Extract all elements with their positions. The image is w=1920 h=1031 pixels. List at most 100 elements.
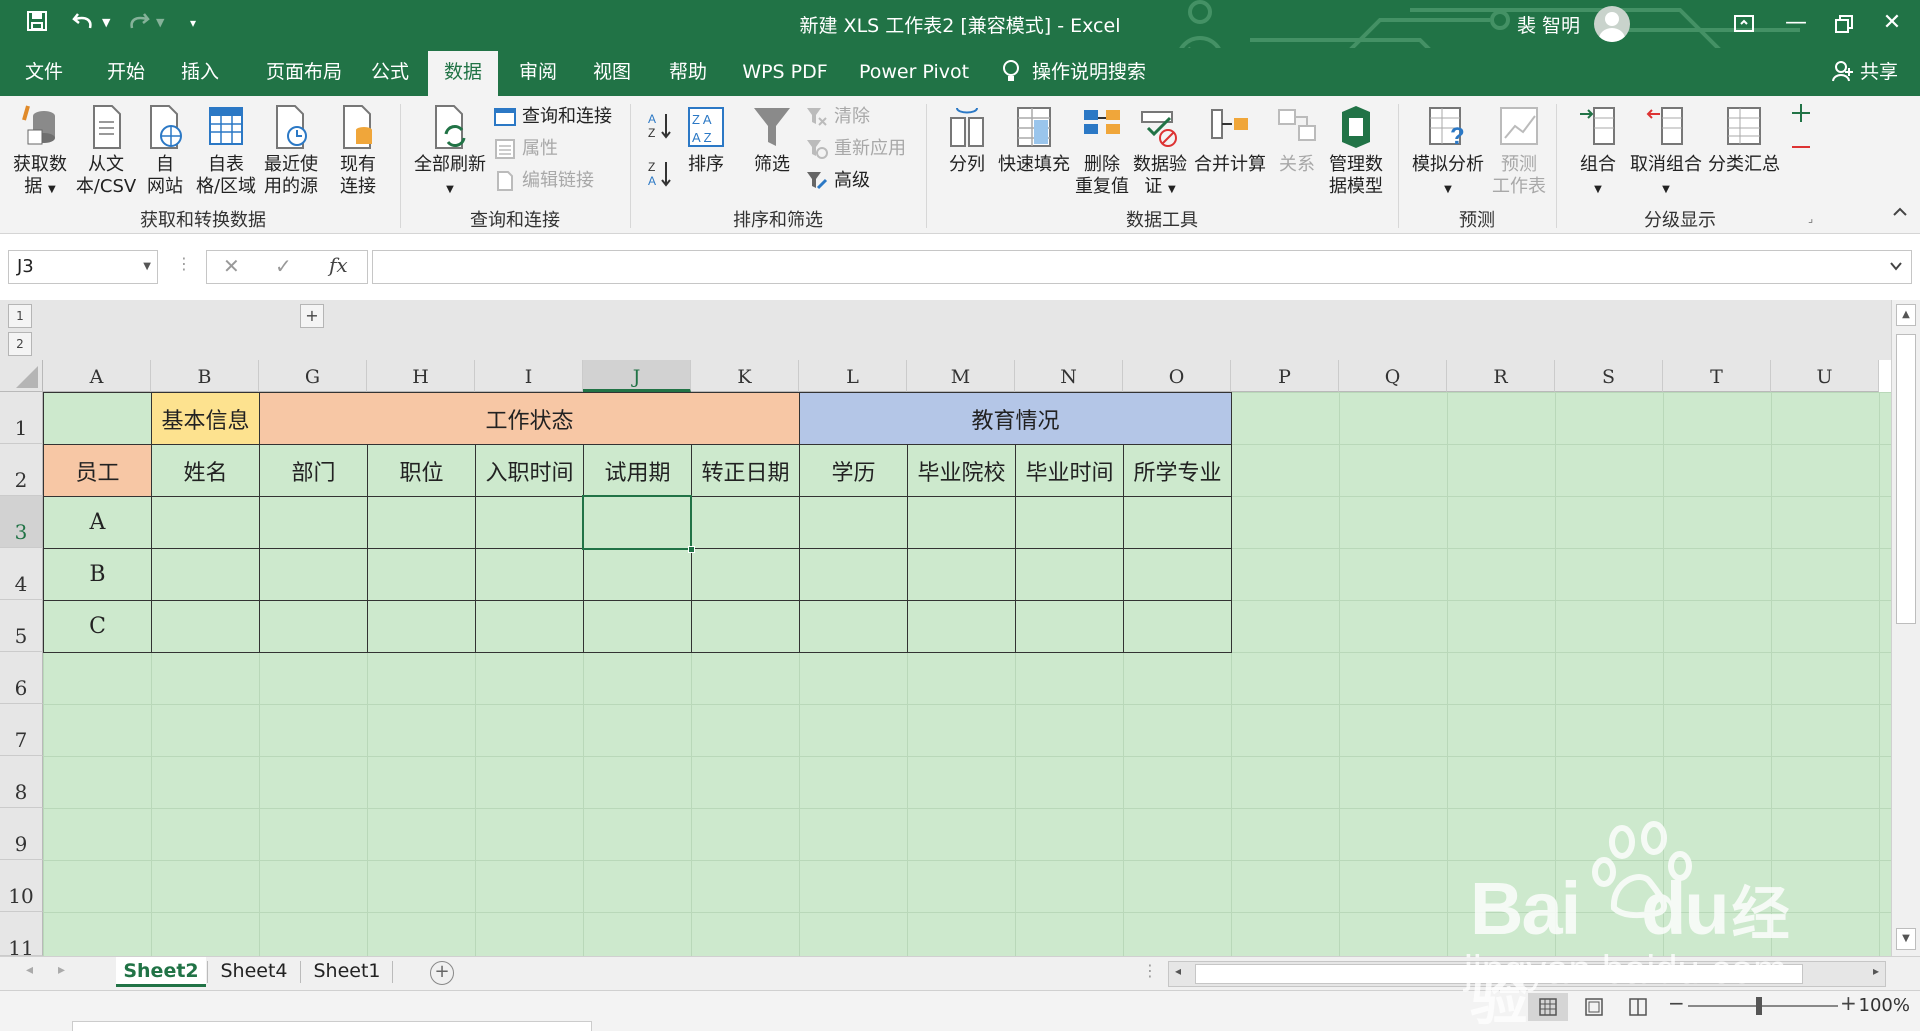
share-button[interactable]: 共享 <box>1831 48 1898 96</box>
column-header-n[interactable]: N <box>1015 360 1123 392</box>
column-header-u[interactable]: U <box>1771 360 1879 392</box>
zoom-slider[interactable] <box>1688 1005 1838 1007</box>
hide-detail-button[interactable] <box>1786 136 1816 164</box>
table-cell[interactable] <box>907 600 1016 653</box>
row-header-11[interactable]: 11 <box>0 912 43 960</box>
header-hire-date[interactable]: 入职时间 <box>475 444 584 497</box>
select-all-corner[interactable] <box>0 360 43 392</box>
scroll-left-icon[interactable]: ◂ <box>1175 964 1181 978</box>
table-cell[interactable] <box>1015 496 1124 549</box>
sort-button[interactable]: Z A A Z 排序 <box>680 104 732 176</box>
employee-cell[interactable]: C <box>43 600 152 653</box>
sheet-tab-sheet1[interactable]: Sheet1 <box>302 957 392 987</box>
from-web-button[interactable]: 自网站 <box>140 104 190 198</box>
header-graduation-date[interactable]: 毕业时间 <box>1015 444 1124 497</box>
refresh-all-button[interactable]: 全部刷新 ▼ <box>410 104 490 201</box>
table-cell[interactable] <box>259 600 368 653</box>
existing-connections-button[interactable]: 现有 连接 <box>326 104 390 198</box>
table-cell[interactable] <box>583 600 692 653</box>
zoom-level[interactable]: 100% <box>1859 995 1910 1016</box>
horizontal-scroll-thumb[interactable] <box>1195 964 1803 984</box>
employee-cell[interactable]: B <box>43 548 152 601</box>
header-work-status[interactable]: 工作状态 <box>259 392 800 445</box>
header-name[interactable]: 姓名 <box>151 444 260 497</box>
table-cell[interactable] <box>475 496 584 549</box>
prev-sheet-icon[interactable]: ◂ <box>26 962 33 978</box>
properties-button[interactable]: 属性 <box>494 134 558 164</box>
what-if-analysis-button[interactable]: ? 模拟分析 ▼ <box>1408 104 1488 201</box>
scroll-down-icon[interactable]: ▼ <box>1896 928 1916 950</box>
table-cell[interactable] <box>1123 548 1232 601</box>
tab-review[interactable]: 审阅 <box>508 48 568 96</box>
tab-wps-pdf[interactable]: WPS PDF <box>738 48 832 96</box>
column-header-a[interactable]: A <box>43 360 151 392</box>
tab-help[interactable]: 帮助 <box>658 48 718 96</box>
header-confirmation-date[interactable]: 转正日期 <box>691 444 800 497</box>
filter-button[interactable]: 筛选 <box>746 104 798 176</box>
tab-view[interactable]: 视图 <box>582 48 642 96</box>
header-employee[interactable]: 员工 <box>43 444 152 497</box>
header-education[interactable]: 教育情况 <box>799 392 1232 445</box>
column-header-m[interactable]: M <box>907 360 1015 392</box>
avatar[interactable] <box>1594 6 1630 42</box>
tab-power-pivot[interactable]: Power Pivot <box>854 48 974 96</box>
row-header-8[interactable]: 8 <box>0 756 43 808</box>
group-button[interactable]: 组合 ▼ <box>1570 104 1626 201</box>
table-cell[interactable] <box>367 548 476 601</box>
horizontal-scrollbar[interactable]: ◂ ▸ <box>1168 961 1886 987</box>
expand-formula-bar-icon[interactable] <box>1889 253 1903 283</box>
table-cell[interactable] <box>1015 548 1124 601</box>
header-major[interactable]: 所学专业 <box>1123 444 1232 497</box>
table-cell[interactable] <box>1123 496 1232 549</box>
user-name[interactable]: 裴 智明 <box>1517 11 1580 38</box>
scroll-up-icon[interactable]: ▲ <box>1896 304 1916 326</box>
outline-level-2-button[interactable]: 2 <box>8 332 32 356</box>
from-table-button[interactable]: 自表 格/区域 <box>194 104 258 198</box>
recent-sources-button[interactable]: 最近使 用的源 <box>260 104 322 198</box>
table-cell[interactable] <box>907 496 1016 549</box>
formula-input[interactable] <box>372 250 1912 284</box>
column-header-h[interactable]: H <box>367 360 475 392</box>
ribbon-display-icon[interactable] <box>1724 8 1764 40</box>
tab-formulas[interactable]: 公式 <box>360 48 420 96</box>
text-to-columns-button[interactable]: 分列 <box>940 104 994 176</box>
edit-links-button[interactable]: 编辑链接 <box>494 166 594 196</box>
sort-descending-button[interactable]: ZA <box>644 158 674 194</box>
column-header-o[interactable]: O <box>1123 360 1231 392</box>
clear-filter-button[interactable]: 清除 <box>806 102 870 132</box>
queries-connections-button[interactable]: 查询和连接 <box>494 102 612 132</box>
relationships-button[interactable]: 关系 <box>1272 104 1322 176</box>
data-validation-button[interactable]: 数据验证 ▼ <box>1132 104 1188 201</box>
enter-icon[interactable]: ✓ <box>275 254 292 278</box>
table-cell[interactable] <box>151 548 260 601</box>
table-cell[interactable] <box>799 548 908 601</box>
column-header-j[interactable]: J <box>583 360 691 392</box>
outline-dialog-launcher-icon[interactable]: ⌟ <box>1808 212 1813 225</box>
show-detail-button[interactable] <box>1786 102 1816 130</box>
table-cell[interactable] <box>1123 600 1232 653</box>
sheet-tab-sheet4[interactable]: Sheet4 <box>208 957 300 987</box>
column-header-q[interactable]: Q <box>1339 360 1447 392</box>
zoom-out-icon[interactable]: − <box>1668 991 1685 1015</box>
remove-duplicates-button[interactable]: 删除 重复值 <box>1074 104 1130 198</box>
from-text-csv-button[interactable]: 从文 本/CSV <box>74 104 138 198</box>
tell-me-search[interactable]: 操作说明搜索 <box>996 48 1146 96</box>
close-icon[interactable]: ✕ <box>1872 8 1912 40</box>
ungroup-button[interactable]: 取消组合 ▼ <box>1628 104 1704 201</box>
page-layout-view-icon[interactable] <box>1574 993 1614 1021</box>
vertical-scrollbar[interactable]: ▲ ▼ <box>1891 300 1920 956</box>
table-cell[interactable] <box>151 600 260 653</box>
header-department[interactable]: 部门 <box>259 444 368 497</box>
table-cell[interactable] <box>799 496 908 549</box>
row-header-10[interactable]: 10 <box>0 860 43 912</box>
header-probation[interactable]: 试用期 <box>583 444 692 497</box>
row-header-6[interactable]: 6 <box>0 652 43 704</box>
row-header-4[interactable]: 4 <box>0 548 43 600</box>
table-cell[interactable] <box>691 600 800 653</box>
table-cell[interactable] <box>691 548 800 601</box>
name-box-dropdown-icon[interactable]: ▼ <box>143 251 151 283</box>
row-header-3[interactable]: 3 <box>0 496 43 548</box>
subtotal-button[interactable]: 分类汇总 <box>1706 104 1782 176</box>
page-break-view-icon[interactable] <box>1618 993 1658 1021</box>
column-header-g[interactable]: G <box>259 360 367 392</box>
